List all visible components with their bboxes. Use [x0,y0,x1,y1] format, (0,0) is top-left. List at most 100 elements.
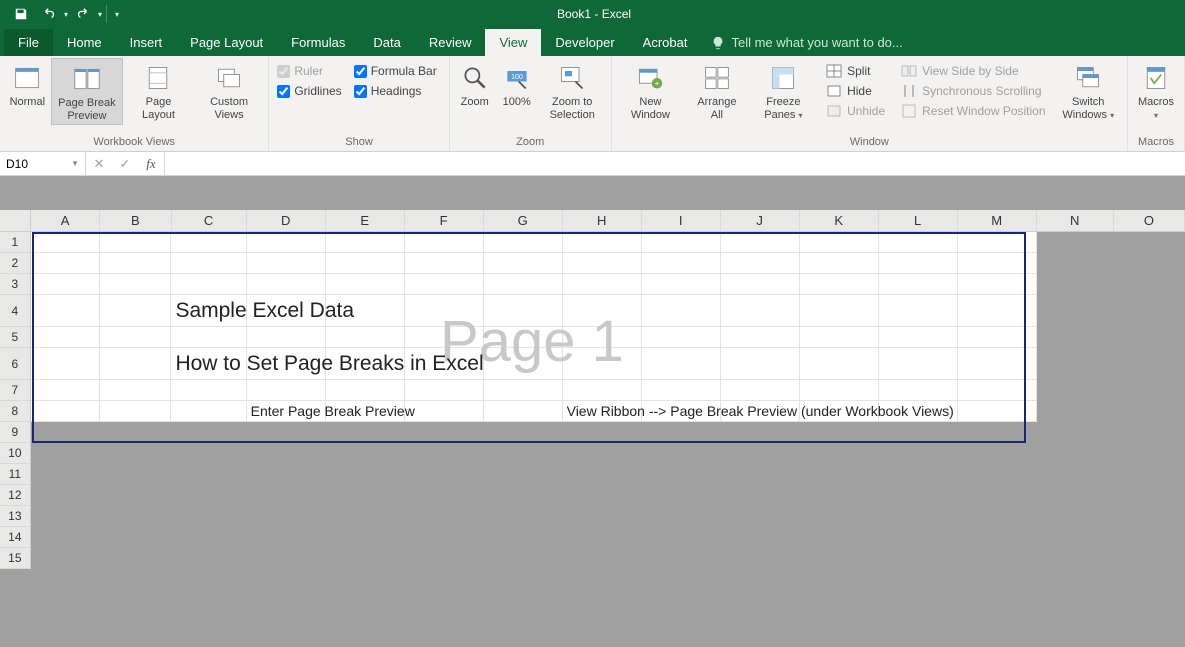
row-header[interactable]: 3 [0,274,31,295]
cell[interactable] [326,464,405,485]
cell[interactable] [484,253,563,274]
page-layout-button[interactable]: Page Layout [123,58,194,123]
save-button[interactable] [8,1,34,27]
cell[interactable] [247,232,326,253]
cell[interactable] [326,274,405,295]
cell[interactable] [642,443,721,464]
cell[interactable] [100,485,171,506]
cell[interactable] [1114,464,1185,485]
cell[interactable] [958,422,1037,443]
cell[interactable] [879,348,958,380]
tab-review[interactable]: Review [415,29,486,56]
cell[interactable] [642,253,721,274]
zoom-100-button[interactable]: 100 100% [496,58,538,111]
cell[interactable] [879,527,958,548]
tab-view[interactable]: View [485,29,541,56]
cell[interactable] [405,380,484,401]
cell[interactable] [100,548,171,569]
cell[interactable] [879,295,958,327]
column-header[interactable]: D [247,210,326,232]
column-header[interactable]: C [172,210,247,232]
cell[interactable] [31,401,100,422]
cell[interactable]: How to Set Page Breaks in Excel [171,348,246,380]
cell[interactable] [1114,422,1185,443]
cell[interactable] [247,380,326,401]
cell[interactable] [563,348,642,380]
cell[interactable] [247,527,326,548]
cell[interactable] [879,253,958,274]
cell[interactable]: Enter Page Break Preview [247,401,326,422]
new-window-button[interactable]: + New Window [616,58,685,123]
cell[interactable] [563,464,642,485]
cell[interactable] [721,380,800,401]
cell[interactable] [484,548,563,569]
cell[interactable] [879,380,958,401]
tab-data[interactable]: Data [359,29,414,56]
cell[interactable] [1114,443,1185,464]
cell[interactable] [405,506,484,527]
cell[interactable] [100,401,171,422]
cell[interactable] [1037,295,1114,327]
cell[interactable] [879,464,958,485]
cell[interactable] [642,506,721,527]
cell[interactable] [171,401,246,422]
cell[interactable] [721,253,800,274]
column-header[interactable]: L [879,210,958,232]
cell[interactable] [721,422,800,443]
cell[interactable] [800,348,879,380]
cell[interactable] [879,485,958,506]
cell[interactable] [879,506,958,527]
cell[interactable] [958,464,1037,485]
cell[interactable] [405,274,484,295]
cell[interactable] [326,380,405,401]
cell[interactable] [1037,232,1114,253]
cell[interactable] [1037,506,1114,527]
cell[interactable] [1114,232,1185,253]
cell[interactable] [31,327,100,348]
cell[interactable] [31,295,100,327]
cell[interactable] [1037,422,1114,443]
cell[interactable] [171,485,246,506]
row-header[interactable]: 4 [0,295,31,327]
cell[interactable] [484,464,563,485]
cell[interactable] [1114,348,1185,380]
column-header[interactable]: E [326,210,405,232]
cell[interactable] [100,443,171,464]
cell[interactable] [563,253,642,274]
cell[interactable] [326,422,405,443]
cell[interactable] [879,232,958,253]
normal-view-button[interactable]: Normal [4,58,51,111]
cell[interactable] [31,380,100,401]
cell[interactable] [721,506,800,527]
freeze-panes-button[interactable]: Freeze Panes ▾ [749,58,818,123]
row-header[interactable]: 5 [0,327,31,348]
cell[interactable] [171,527,246,548]
cell[interactable] [100,295,171,327]
cell[interactable] [1114,274,1185,295]
cell[interactable] [171,422,246,443]
cell[interactable] [405,464,484,485]
cell[interactable] [721,348,800,380]
cell[interactable] [326,527,405,548]
cell[interactable] [563,527,642,548]
column-header[interactable]: N [1037,210,1114,232]
cell[interactable] [879,274,958,295]
cell[interactable] [1037,548,1114,569]
tab-insert[interactable]: Insert [116,29,177,56]
cell[interactable] [171,443,246,464]
cell[interactable] [31,232,100,253]
cell[interactable] [879,327,958,348]
cell[interactable] [958,274,1037,295]
tab-acrobat[interactable]: Acrobat [629,29,702,56]
custom-views-button[interactable]: Custom Views [194,58,265,123]
cell[interactable] [171,253,246,274]
cell[interactable] [563,295,642,327]
formula-bar-input[interactable] [165,152,1185,175]
tab-home[interactable]: Home [53,29,116,56]
cell[interactable] [721,464,800,485]
cell[interactable] [100,380,171,401]
cell[interactable] [563,232,642,253]
cell[interactable] [879,548,958,569]
cell[interactable] [31,464,100,485]
row-header[interactable]: 10 [0,443,31,464]
